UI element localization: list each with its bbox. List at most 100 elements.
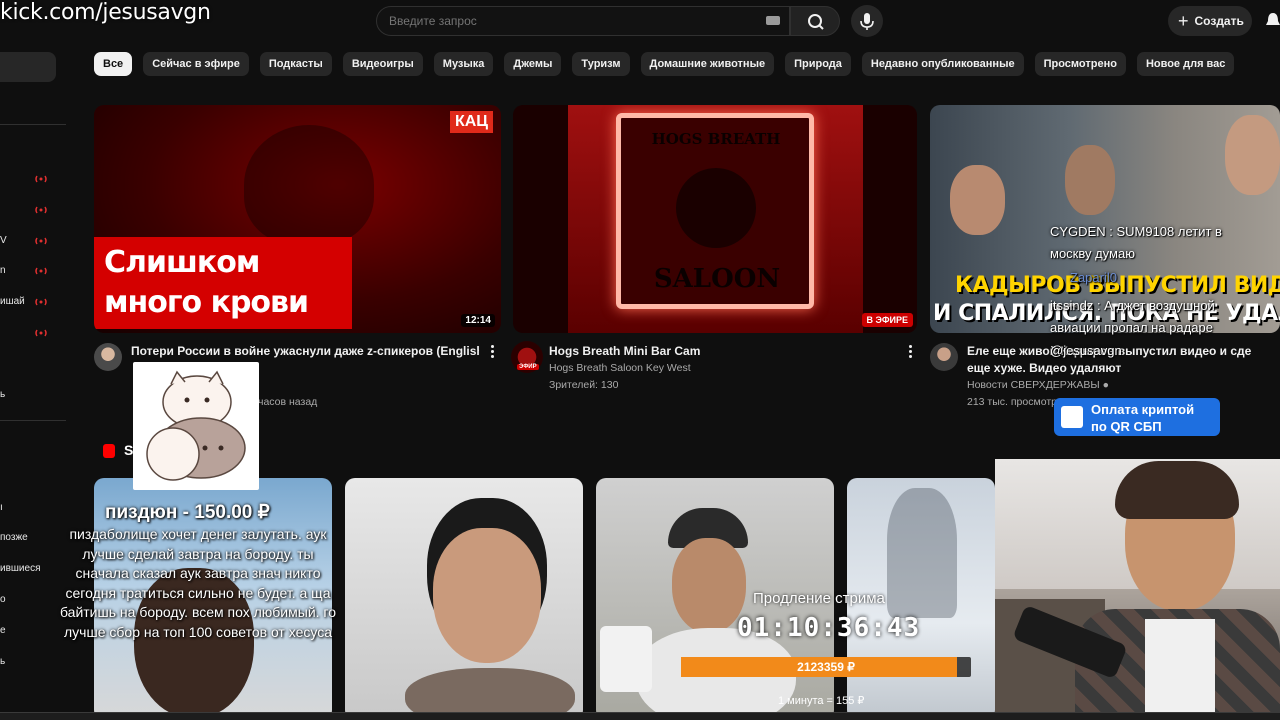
chip-nature[interactable]: Природа — [785, 52, 851, 76]
video-age: часов назад — [258, 396, 318, 408]
neon-sign: HOGS BREATH SALOON — [616, 113, 814, 309]
chat-username: Zaparil0 — [1070, 270, 1117, 285]
sidebar-item-label[interactable]: е — [0, 625, 6, 636]
sidebar-item-label[interactable]: ишай — [0, 296, 25, 307]
person-image — [1065, 145, 1115, 215]
video-thumbnail[interactable]: КАЦ Слишком много крови 12:14 — [94, 105, 501, 333]
chip-live[interactable]: Сейчас в эфире — [143, 52, 249, 76]
microphone-icon — [860, 13, 874, 30]
chat-mention: @jesusavgn — [1050, 343, 1122, 358]
channel-avatar[interactable] — [94, 343, 122, 371]
chip-tourism[interactable]: Туризм — [572, 52, 630, 76]
timer-label: Продление стрима — [753, 590, 885, 607]
channel-logo-badge: КАЦ — [449, 111, 493, 133]
keyboard-icon[interactable] — [766, 16, 780, 25]
video-thumbnail[interactable]: HOGS BREATH SALOON В ЭФИРЕ — [513, 105, 917, 333]
avatar-live-tag: ЭФИР — [517, 364, 539, 370]
qr-code-icon — [1061, 406, 1083, 428]
shorts-icon — [103, 444, 115, 458]
verified-icon: ● — [1102, 379, 1109, 391]
sidebar-item-label[interactable]: ь — [0, 389, 5, 400]
cup-image — [600, 626, 652, 692]
thumbnail-art: HOGS BREATH SALOON — [568, 105, 863, 333]
sidebar-item-label[interactable]: V — [0, 235, 7, 246]
channel-name[interactable]: Новости СВЕРХДЕРЖАВЫ ● — [967, 379, 1280, 391]
timer-amount: 2123359 ₽ — [797, 660, 855, 674]
streamer-webcam — [995, 459, 1280, 720]
boar-image — [676, 168, 756, 248]
chip-podcasts[interactable]: Подкасты — [259, 52, 332, 76]
sidebar-item-home[interactable] — [0, 52, 56, 82]
chip-recently-uploaded[interactable]: Недавно опубликованные — [861, 52, 1024, 76]
chat-message: авиации пропал на радаре — [1050, 320, 1213, 335]
donation-cat-image — [133, 362, 259, 490]
payment-line2: по QR СБП — [1091, 419, 1162, 434]
search-icon — [808, 14, 824, 30]
video-title[interactable]: Hogs Breath Mini Bar Cam — [549, 344, 899, 358]
channel-name[interactable]: Hogs Breath Saloon Key West — [549, 362, 899, 374]
donation-message: пиздаболище хочет денег залутать. аук лу… — [59, 526, 337, 640]
person-image — [950, 165, 1005, 235]
crypto-payment-badge: Оплата криптой по QR СБП — [1054, 398, 1220, 436]
sidebar-item-label[interactable]: ь — [0, 656, 5, 667]
chat-message: москву думаю — [1050, 246, 1135, 261]
video-title-line2[interactable]: еще хуже. Видео удаляют — [967, 361, 1280, 375]
chip-watched[interactable]: Просмотрено — [1034, 52, 1126, 76]
person-image — [433, 528, 541, 663]
sidebar-item-label[interactable]: ившиеся — [0, 563, 40, 574]
chip-music[interactable]: Музыка — [433, 52, 494, 76]
short-thumbnail[interactable] — [345, 478, 583, 720]
sidebar-item-label[interactable]: позже — [0, 532, 28, 543]
chip-jams[interactable]: Джемы — [504, 52, 562, 76]
more-options-icon[interactable] — [491, 345, 495, 359]
search-button[interactable] — [790, 6, 840, 36]
person-image — [672, 538, 746, 633]
video-duration: 12:14 — [461, 314, 495, 327]
search-input[interactable] — [377, 7, 737, 35]
person-image — [1225, 115, 1280, 195]
live-indicator-icon — [35, 175, 47, 183]
sidebar-item-label[interactable]: о — [0, 594, 6, 605]
sidebar-item-label[interactable]: n — [0, 265, 6, 276]
channel-avatar[interactable] — [930, 343, 958, 371]
plus-icon: + — [1178, 11, 1189, 31]
chip-pets[interactable]: Домашние животные — [640, 52, 775, 76]
chat-message: CYGDEN : SUM9108 летит в — [1050, 224, 1222, 239]
thumbnail-text: КАДЫРОВ ВЫПУСТИЛ ВИДЕ — [955, 273, 1280, 298]
live-indicator-icon — [35, 267, 47, 275]
tree-image — [887, 488, 957, 618]
sidebar-divider — [0, 124, 66, 125]
stream-url: kick.com/jesusavgn — [0, 0, 211, 25]
create-button[interactable]: + Создать — [1168, 6, 1252, 36]
chat-message: itssindz : А джет воздушной — [1050, 298, 1215, 313]
thumbnail-text: SALOON — [653, 264, 781, 294]
channel-name-text: Новости СВЕРХДЕРЖАВЫ — [967, 379, 1100, 391]
streamer-hair — [1115, 461, 1239, 519]
viewer-count: Зрителей: 130 — [549, 379, 619, 391]
cat-illustration-icon — [146, 370, 246, 481]
donation-title: пиздюн - 150.00 ₽ — [105, 502, 270, 523]
filter-chips: Все Сейчас в эфире Подкасты Видеоигры Му… — [94, 52, 1235, 76]
channel-avatar[interactable]: ЭФИР — [511, 341, 543, 373]
more-options-icon[interactable] — [909, 345, 913, 359]
sidebar-item-label[interactable]: ı — [0, 502, 3, 513]
thumbnail-banner: Слишком много крови — [94, 237, 352, 329]
chip-video-games[interactable]: Видеоигры — [342, 52, 423, 76]
timer-progress-bar: 2123359 ₽ — [681, 657, 971, 677]
live-indicator-icon — [35, 237, 47, 245]
voice-search-button[interactable] — [851, 5, 883, 37]
timer-countdown: 01:10:36:43 — [737, 613, 921, 643]
chip-all[interactable]: Все — [94, 52, 133, 76]
live-indicator-icon — [35, 329, 47, 337]
search-box[interactable] — [376, 6, 790, 36]
chip-new-for-you[interactable]: Новое для вас — [1136, 52, 1235, 76]
thumbnail-art — [244, 125, 374, 245]
live-indicator-icon — [35, 298, 47, 306]
thumbnail-text: HOGS BREATH — [651, 130, 781, 148]
create-label: Создать — [1194, 14, 1244, 28]
video-title[interactable]: Потери России в войне ужаснули даже z-сп… — [131, 344, 479, 358]
timer-rate: 1 минута = 155 ₽ — [778, 695, 865, 707]
notifications-bell-icon[interactable] — [1266, 12, 1280, 30]
video-title[interactable]: Еле еще живой Кадыров выпустил видео и с… — [967, 344, 1280, 358]
shorts-section-title: S — [124, 442, 134, 458]
